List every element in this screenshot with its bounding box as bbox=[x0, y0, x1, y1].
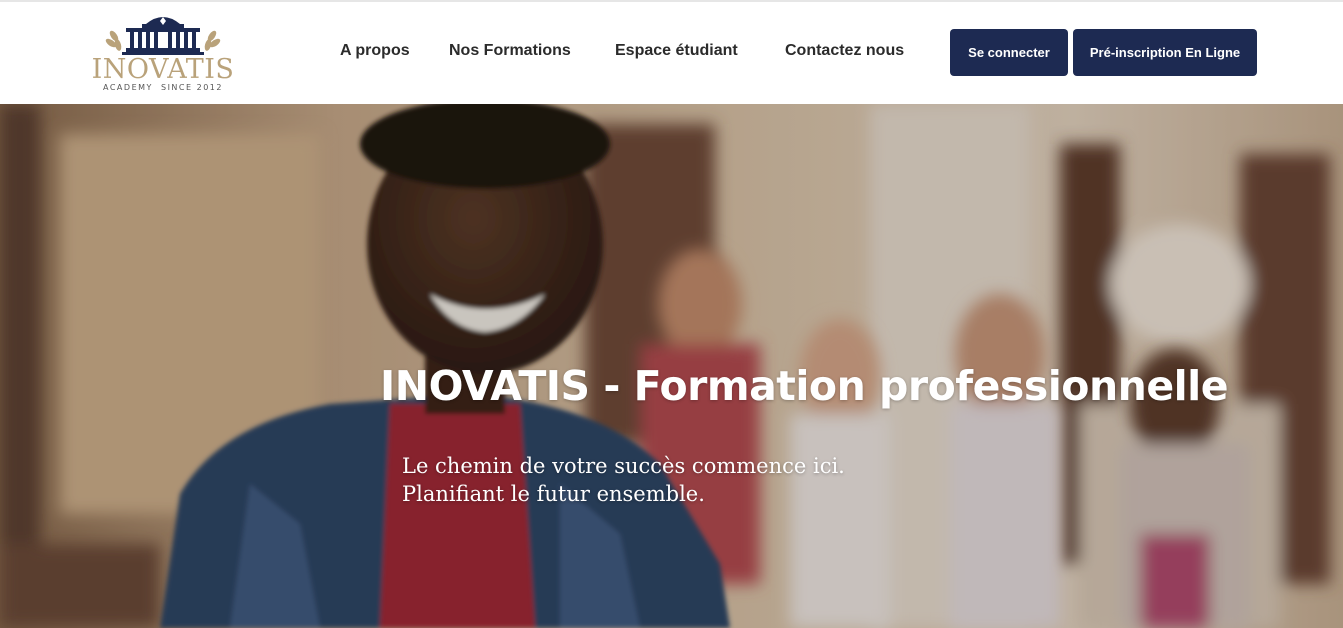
site-header: INOVATIS ACADEMY SINCE 2012 A propos Nos… bbox=[0, 2, 1343, 104]
nav-link-nos-formations[interactable]: Nos Formations bbox=[449, 42, 571, 60]
nav-link-espace-etudiant[interactable]: Espace étudiant bbox=[615, 42, 738, 60]
hero-banner: INOVATIS - Formation professionnelle Le … bbox=[0, 104, 1343, 628]
login-button[interactable]: Se connecter bbox=[950, 29, 1068, 76]
hero-subtitle-line1: Le chemin de votre succès commence ici. bbox=[402, 454, 845, 478]
preregistration-button[interactable]: Pré-inscription En Ligne bbox=[1073, 29, 1257, 76]
nav-link-contactez-nous[interactable]: Contactez nous bbox=[785, 42, 904, 60]
nav-link-a-propos[interactable]: A propos bbox=[340, 42, 410, 60]
hero-subtitle-line2: Planifiant le futur ensemble. bbox=[402, 482, 705, 506]
hero-title: INOVATIS - Formation professionnelle bbox=[380, 362, 1229, 410]
